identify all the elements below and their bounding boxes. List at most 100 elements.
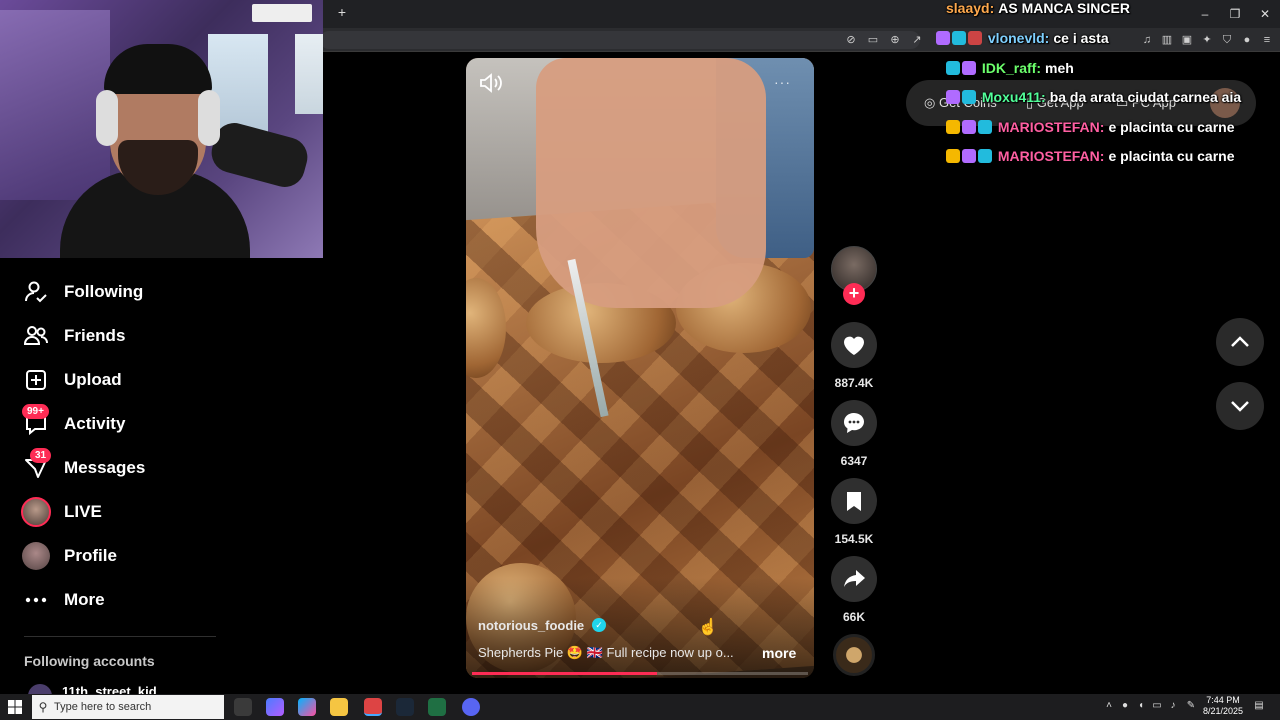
xbox-icon[interactable] — [428, 698, 446, 716]
windows-start-icon[interactable] — [8, 700, 22, 714]
media-icon[interactable]: ♫ — [1138, 31, 1156, 49]
crown-badge-icon — [946, 149, 960, 163]
share-button[interactable] — [831, 556, 877, 602]
webcam-overlay — [0, 0, 323, 258]
zoom-icon[interactable]: ⊕ — [886, 31, 904, 49]
speaker-icon[interactable]: ♪ — [1166, 700, 1180, 711]
friends-icon — [20, 320, 52, 352]
activity-badge: 99+ — [22, 404, 49, 419]
bookmark-icon — [847, 492, 861, 511]
new-tab-button[interactable]: + — [334, 4, 350, 22]
microphone-icon[interactable]: ● — [1118, 700, 1132, 711]
steam-icon[interactable] — [396, 698, 414, 716]
sidebar-item-profile[interactable]: Profile — [20, 538, 220, 574]
wall-poster — [0, 10, 110, 200]
sidebar-item-live[interactable]: LIVE — [20, 494, 220, 530]
share-icon[interactable]: ↗ — [908, 31, 926, 49]
headphone-right — [198, 90, 220, 146]
following-icon — [20, 276, 52, 308]
chat-message: slaayd: AS MANCA SINCER — [946, 0, 1130, 16]
profile-icon[interactable]: ● — [1238, 31, 1256, 49]
reader-icon[interactable]: ⊘ — [842, 31, 860, 49]
sidebar-item-label: Upload — [64, 370, 122, 389]
chat-username: IDK_raff: — [981, 60, 1042, 76]
search-placeholder: Type here to search — [54, 701, 152, 713]
sidebar-item-label: Messages — [64, 458, 146, 477]
extensions-icon[interactable]: ✦ — [1198, 31, 1216, 49]
music-disc-icon[interactable] — [833, 634, 875, 676]
live-avatar-icon — [20, 496, 52, 528]
sub-badge-icon — [946, 61, 960, 75]
sidebar-item-activity[interactable]: 99+ Activity — [20, 404, 220, 442]
video-options-button[interactable]: ··· — [774, 74, 791, 90]
sidebar-item-more[interactable]: More — [20, 582, 220, 618]
activity-icon: 99+ — [20, 404, 52, 440]
headphone-left — [96, 90, 118, 146]
sub-badge-icon — [936, 31, 950, 45]
file-explorer-icon[interactable] — [330, 698, 348, 716]
video-author[interactable]: notorious_foodie — [478, 618, 584, 633]
sub-badge-icon — [978, 149, 992, 163]
next-video-button[interactable] — [1216, 382, 1264, 430]
app-icon[interactable] — [298, 698, 316, 716]
sidebar-item-upload[interactable]: Upload — [20, 362, 220, 398]
like-button[interactable] — [831, 322, 877, 368]
browser-app-icon[interactable] — [364, 698, 382, 716]
chat-text: e placinta cu carne — [1108, 119, 1235, 135]
follow-plus-icon[interactable]: + — [843, 283, 865, 305]
close-window-button[interactable]: ✕ — [1254, 4, 1276, 24]
sidebar-icon[interactable]: ▥ — [1158, 31, 1176, 49]
search-icon: ⚲ — [38, 700, 48, 714]
sub-badge-icon — [968, 31, 982, 45]
volume-icon[interactable] — [478, 72, 504, 94]
following-accounts-heading: Following accounts — [24, 653, 155, 669]
address-bar[interactable] — [320, 31, 920, 49]
taskbar-search-input[interactable]: ⚲ Type here to search — [32, 695, 224, 719]
verified-icon: ✓ — [592, 618, 606, 632]
profile-avatar-icon — [20, 540, 52, 572]
sidebar-divider — [24, 636, 216, 637]
bookmark-button[interactable] — [831, 478, 877, 524]
comment-button[interactable] — [831, 400, 877, 446]
messages-icon: 31 — [20, 448, 52, 484]
copilot-icon[interactable] — [266, 698, 284, 716]
shield-icon[interactable]: ⛉ — [1218, 31, 1236, 49]
heart-icon — [844, 336, 864, 355]
volume-tray-icon[interactable]: ◖ — [1134, 700, 1148, 711]
caption-more-button[interactable]: more — [762, 645, 796, 661]
network-icon[interactable]: ▭ — [1150, 700, 1164, 711]
chat-text: e placinta cu carne — [1108, 148, 1235, 164]
sub-badge-icon — [962, 61, 976, 75]
tray-chevron-icon[interactable]: ˄ — [1102, 700, 1116, 711]
sidebar-item-following[interactable]: Following — [20, 274, 220, 310]
cast-icon[interactable]: ▭ — [864, 31, 882, 49]
sub-badge-icon — [962, 90, 976, 104]
chat-username: MARIOSTEFAN: — [997, 148, 1105, 164]
sidebar-item-label: Profile — [64, 546, 117, 565]
previous-video-button[interactable] — [1216, 318, 1264, 366]
menu-icon[interactable]: ≡ — [1258, 31, 1276, 49]
wallet-icon[interactable]: ▣ — [1178, 31, 1196, 49]
microphone — [207, 118, 312, 192]
comment-icon — [844, 413, 864, 433]
clock[interactable]: 7:44 PM 8/21/2025 — [1200, 695, 1246, 717]
task-view-icon[interactable] — [234, 698, 252, 716]
chat-message: vlonevld: ce i asta — [936, 30, 1109, 46]
sidebar-item-messages[interactable]: 31 Messages — [20, 448, 220, 486]
chat-text: AS MANCA SINCER — [998, 0, 1130, 16]
minimize-button[interactable]: – — [1194, 4, 1216, 24]
notifications-icon[interactable]: ▤ — [1252, 700, 1266, 711]
chat-username: vlonevld: — [987, 30, 1050, 46]
like-count: 887.4K — [834, 376, 874, 390]
sidebar-item-label: LIVE — [64, 502, 102, 521]
sidebar-item-friends[interactable]: Friends — [20, 318, 220, 354]
pen-icon[interactable]: ✎ — [1184, 700, 1198, 711]
video-player[interactable] — [466, 58, 814, 678]
sidebar-item-label: Friends — [64, 326, 126, 345]
maximize-button[interactable]: ❐ — [1224, 4, 1246, 24]
chevron-up-icon — [1231, 336, 1249, 347]
share-count: 66K — [842, 610, 865, 624]
discord-icon[interactable] — [462, 698, 480, 716]
chat-message: MARIOSTEFAN: e placinta cu carne — [946, 119, 1235, 135]
chat-username: slaayd: — [946, 0, 995, 16]
